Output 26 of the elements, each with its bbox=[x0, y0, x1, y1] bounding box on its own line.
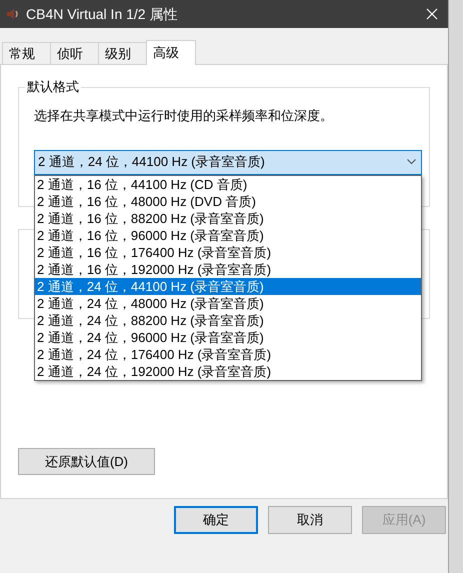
dropdown-option[interactable]: 2 通道，24 位，192000 Hz (录音室音质) bbox=[35, 362, 421, 380]
description: 选择在共享模式中运行时使用的采样频率和位深度。 bbox=[34, 107, 334, 125]
dropdown-option[interactable]: 2 通道，24 位，96000 Hz (录音室音质) bbox=[35, 328, 421, 346]
dropdown-option[interactable]: 2 通道，16 位，88200 Hz (录音室音质) bbox=[35, 210, 421, 226]
dropdown-option[interactable]: 2 通道，16 位，176400 Hz (录音室音质) bbox=[35, 244, 421, 260]
chevron-down-icon bbox=[407, 159, 416, 165]
dropdown-option[interactable]: 2 通道，24 位，88200 Hz (录音室音质) bbox=[35, 312, 421, 328]
dropdown-option[interactable]: 2 通道，24 位，44100 Hz (录音室音质) bbox=[35, 278, 421, 294]
speaker-icon bbox=[6, 8, 20, 20]
dropdown-option[interactable]: 2 通道，16 位，48000 Hz (DVD 音质) bbox=[35, 192, 421, 210]
dropdown-option[interactable]: 2 通道，24 位，176400 Hz (录音室音质) bbox=[35, 346, 421, 362]
tab[interactable]: 常规 bbox=[2, 42, 50, 64]
dialog-button[interactable]: 确定 bbox=[174, 506, 258, 534]
dropdown-option[interactable]: 2 通道，24 位，48000 Hz (录音室音质) bbox=[35, 294, 421, 312]
group-title: 默认格式 bbox=[25, 79, 81, 95]
format-dropdown[interactable]: 2 通道，24 位，44100 Hz (录音室音质) bbox=[34, 150, 422, 174]
tab[interactable]: 级别 bbox=[98, 42, 146, 64]
dialog-button[interactable]: 取消 bbox=[268, 506, 352, 534]
dropdown-option[interactable]: 2 通道，16 位，44100 Hz (CD 音质) bbox=[35, 176, 421, 192]
restore-defaults-button[interactable]: 还原默认值(D) bbox=[18, 448, 155, 475]
dropdown-option[interactable]: 2 通道，16 位，96000 Hz (录音室音质) bbox=[35, 226, 421, 244]
tab[interactable]: 高级 bbox=[146, 40, 196, 65]
dropdown-option[interactable]: 2 通道，16 位，192000 Hz (录音室音质) bbox=[35, 260, 421, 278]
window-title: CB4N Virtual In 1/2 属性 bbox=[26, 4, 178, 24]
close-icon[interactable] bbox=[426, 8, 438, 20]
tab[interactable]: 侦听 bbox=[50, 42, 98, 64]
